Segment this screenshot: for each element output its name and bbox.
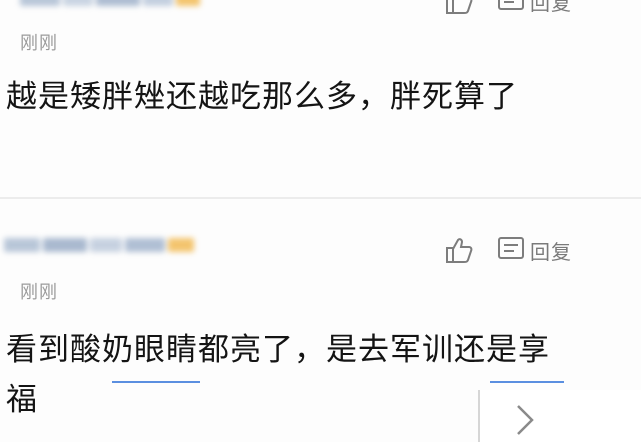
accent-line — [490, 381, 564, 383]
username-blurred — [4, 238, 194, 252]
comment-icon[interactable] — [496, 235, 526, 265]
thumbs-up-icon[interactable] — [444, 0, 474, 16]
comment-text: 越是矮胖矬还越吃那么多，胖死算了 — [6, 79, 518, 115]
comment-icon[interactable] — [496, 0, 526, 16]
reply-button[interactable]: 回复 — [530, 236, 572, 265]
accent-line — [112, 381, 200, 383]
chevron-right-icon[interactable] — [510, 402, 540, 438]
thumbs-up-icon[interactable] — [444, 235, 474, 265]
comment-actions: 回复 — [444, 235, 572, 265]
username-blurred — [20, 0, 200, 6]
comment-time: 刚刚 — [20, 282, 58, 303]
reply-button[interactable]: 回复 — [530, 0, 572, 16]
comment-actions: 回复 — [444, 0, 572, 16]
comment-feed: 回复 刚刚 越是矮胖矬还越吃那么多，胖死算了 回复 刚刚 看到酸奶眼睛都亮了，是… — [0, 0, 641, 442]
comment-time: 刚刚 — [20, 33, 58, 54]
divider — [0, 197, 641, 199]
next-panel[interactable] — [478, 390, 641, 442]
